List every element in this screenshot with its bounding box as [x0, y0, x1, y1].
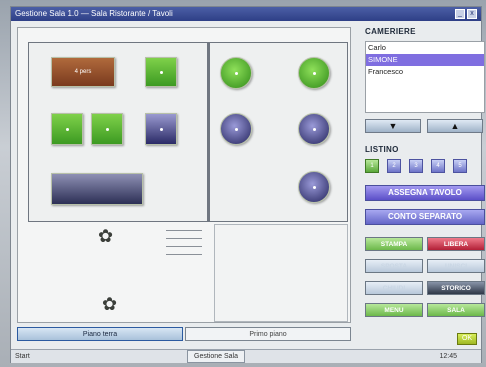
- app-window: Gestione Sala 1.0 — Sala Ristorante / Ta…: [10, 6, 485, 363]
- window-title: Gestione Sala 1.0 — Sala Ristorante / Ta…: [15, 9, 173, 18]
- table-long[interactable]: [51, 173, 143, 205]
- floor-tabs: Piano terra Primo piano: [17, 327, 351, 341]
- close-button[interactable]: x: [467, 9, 477, 19]
- table-marker: [234, 127, 238, 131]
- waiter-list[interactable]: Carlo SIMONE Francesco: [365, 41, 485, 113]
- table-round-navy[interactable]: [220, 113, 252, 145]
- room-button[interactable]: SALA: [427, 303, 485, 317]
- plant-icon: ✿: [98, 226, 114, 246]
- clock: 12:45: [439, 353, 457, 360]
- plant-icon: ✿: [102, 294, 118, 314]
- table-marker: [312, 185, 316, 189]
- right-panel: CAMERIERE Carlo SIMONE Francesco ▼ ▲ LIS…: [365, 27, 485, 323]
- tab-first-floor[interactable]: Primo piano: [185, 327, 351, 341]
- title-bar: Gestione Sala 1.0 — Sala Ristorante / Ta…: [11, 7, 481, 21]
- taskbar-program[interactable]: Gestione Sala: [187, 350, 245, 363]
- print-button[interactable]: STAMPA: [365, 237, 423, 251]
- table-marker: [312, 71, 316, 75]
- table-round-navy[interactable]: [298, 171, 330, 203]
- table-round-green[interactable]: [298, 57, 330, 89]
- listino-button[interactable]: 1: [365, 159, 379, 173]
- table-navy[interactable]: [145, 113, 177, 145]
- scroll-down-button[interactable]: ▼: [365, 119, 421, 133]
- table-marker: [159, 127, 163, 131]
- listino-button[interactable]: 2: [387, 159, 401, 173]
- close-table-button[interactable]: CHIUDI: [365, 281, 423, 295]
- separate-bill-button[interactable]: CONTO SEPARATO: [365, 209, 485, 225]
- ok-button[interactable]: OK: [457, 333, 477, 345]
- free-table-button[interactable]: LIBERA: [427, 237, 485, 251]
- bar-counter: [166, 230, 202, 270]
- table-marker: [105, 127, 109, 131]
- menu-button[interactable]: MENU: [365, 303, 423, 317]
- dining-area-left: 4 pers: [28, 42, 208, 222]
- start-button[interactable]: Start: [15, 350, 30, 363]
- minimize-button[interactable]: _: [455, 9, 465, 19]
- waiter-item-selected[interactable]: SIMONE: [366, 54, 484, 66]
- table-green[interactable]: [145, 57, 177, 87]
- table-brown-label: 4 pers: [74, 69, 92, 75]
- table-marker: [312, 127, 316, 131]
- assign-table-button[interactable]: ASSEGNA TAVOLO: [365, 185, 485, 201]
- move-button[interactable]: SPOSTA: [365, 259, 423, 273]
- listino-header: LISTINO: [365, 145, 399, 154]
- waiter-header: CAMERIERE: [365, 27, 416, 36]
- table-round-navy[interactable]: [298, 113, 330, 145]
- listino-button[interactable]: 3: [409, 159, 423, 173]
- merge-button[interactable]: UNISCI: [427, 259, 485, 273]
- floor-plan: 4 pers ✿ ✿: [17, 27, 351, 323]
- table-round-green[interactable]: [220, 57, 252, 89]
- taskbar: Start Gestione Sala 12:45: [11, 349, 481, 363]
- waiter-item[interactable]: Francesco: [366, 66, 484, 78]
- table-marker: [65, 127, 69, 131]
- table-marker: [159, 70, 163, 74]
- listino-button[interactable]: 4: [431, 159, 445, 173]
- waiter-item[interactable]: Carlo: [366, 42, 484, 54]
- table-brown[interactable]: 4 pers: [51, 57, 115, 87]
- table-green[interactable]: [91, 113, 123, 145]
- table-green[interactable]: [51, 113, 83, 145]
- tab-ground-floor[interactable]: Piano terra: [17, 327, 183, 341]
- empty-zone: [214, 224, 348, 322]
- history-button[interactable]: STORICO: [427, 281, 485, 295]
- table-marker: [234, 71, 238, 75]
- scroll-up-button[interactable]: ▲: [427, 119, 483, 133]
- dining-area-right: [208, 42, 348, 222]
- listino-button[interactable]: 5: [453, 159, 467, 173]
